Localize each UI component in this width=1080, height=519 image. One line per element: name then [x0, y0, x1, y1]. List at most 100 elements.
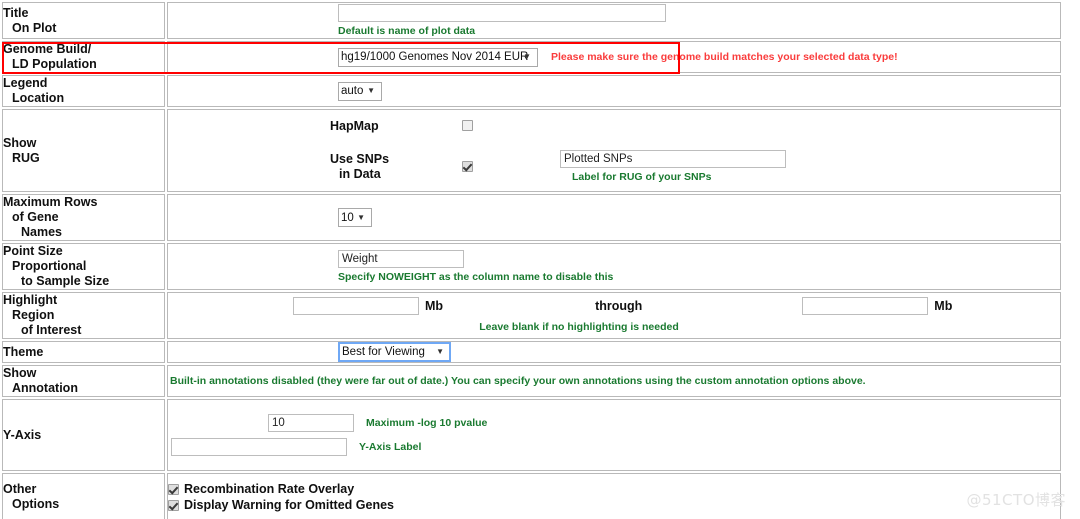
genome-build-select-wrap: hg19/1000 Genomes Nov 2014 EUR ▼ — [338, 47, 538, 67]
row-y-axis: Y-Axis Maximum -log 10 pvalue Y-Axis Lab… — [2, 399, 1061, 471]
option-omitted-genes-warning[interactable]: Display Warning for Omitted Genes — [168, 498, 1060, 512]
row-other-options: Other Options Recombination Rate Overlay… — [2, 473, 1061, 519]
label-line: of Gene — [12, 210, 59, 224]
snp-rug-label-hint: Label for RUG of your SNPs — [572, 171, 712, 183]
hapmap-checkbox[interactable] — [462, 120, 473, 132]
label-line: Y-Axis — [3, 427, 42, 442]
title-hint: Default is name of plot data — [338, 25, 476, 37]
use-snps-label-line2: in Data — [339, 166, 381, 181]
label-theme: Theme — [2, 341, 165, 363]
label-line: On Plot — [12, 20, 57, 35]
theme-select-wrap: Best for Viewing ▼ — [338, 342, 451, 362]
label-line: Region — [12, 308, 55, 322]
rug-usesnps-line: Use SNPs in Data Label for RUG of your S… — [330, 149, 1060, 184]
highlight-hint: Leave blank if no highlighting is needed — [479, 321, 679, 333]
field-legend-location: auto ▼ — [167, 75, 1061, 107]
y-axis-max-input[interactable] — [268, 414, 354, 432]
highlight-start-unit: Mb — [425, 299, 444, 313]
highlight-through-label: through — [595, 299, 643, 313]
row-genome-build: Genome Build/ LD Population hg19/1000 Ge… — [2, 41, 1061, 73]
label-line: LD Population — [12, 57, 97, 71]
option-recombination-rate[interactable]: Recombination Rate Overlay — [168, 482, 1060, 496]
y-axis-label-input[interactable] — [171, 438, 347, 456]
watermark: @51CTO博客 — [966, 491, 1066, 509]
label-line: Annotation — [12, 381, 78, 395]
label-line: Title — [3, 5, 29, 20]
use-snps-checkbox-cell — [450, 158, 560, 176]
row-highlight-region: Highlight Region of Interest Mb through … — [2, 292, 1061, 339]
label-line: to Sample Size — [21, 274, 110, 288]
row-legend-location: Legend Location auto ▼ — [2, 75, 1061, 107]
label-line: RUG — [12, 150, 40, 165]
label-line: Show — [3, 135, 37, 150]
weight-column-input[interactable] — [338, 250, 464, 268]
omitted-genes-warning-checkbox[interactable] — [168, 499, 179, 511]
label-line: Location — [12, 91, 65, 105]
highlight-end-input[interactable] — [802, 297, 929, 315]
field-other-options: Recombination Rate Overlay Display Warni… — [167, 473, 1061, 519]
title-input[interactable] — [338, 4, 666, 22]
label-max-gene-rows: Maximum Rows of Gene Names — [2, 194, 165, 241]
label-line: Names — [21, 225, 62, 239]
row-show-rug: Show RUG HapMap Use SNPs in Data Plotted… — [2, 109, 1061, 192]
highlight-end-unit: Mb — [934, 299, 953, 313]
row-theme: Theme Best for Viewing ▼ — [2, 341, 1061, 363]
label-line: Point Size — [3, 244, 63, 258]
label-y-axis: Y-Axis — [2, 399, 165, 471]
label-point-size: Point Size Proportional to Sample Size — [2, 243, 165, 290]
label-line: Other — [3, 482, 37, 496]
field-highlight-region: Mb through Mb Leave blank if no highligh… — [167, 292, 1061, 339]
label-highlight-region: Highlight Region of Interest — [2, 292, 165, 339]
label-line: Show — [3, 366, 37, 380]
label-line: Legend — [3, 76, 48, 90]
row-max-gene-rows: Maximum Rows of Gene Names 10 ▼ — [2, 194, 1061, 241]
max-gene-rows-select[interactable]: 10 — [338, 208, 372, 228]
max-rows-select-wrap: 10 ▼ — [338, 208, 372, 228]
plot-options-page: Title On Plot Default is name of plot da… — [0, 0, 1080, 519]
hapmap-checkbox-cell — [450, 117, 560, 135]
omitted-genes-warning-label: Display Warning for Omitted Genes — [184, 498, 394, 512]
y-axis-label-hint: Y-Axis Label — [359, 440, 422, 453]
label-line: Maximum Rows — [3, 195, 98, 209]
field-genome-build: hg19/1000 Genomes Nov 2014 EUR ▼ Please … — [167, 41, 1061, 73]
legend-location-select[interactable]: auto — [338, 81, 382, 101]
recombination-rate-label: Recombination Rate Overlay — [184, 482, 355, 496]
label-line: of Interest — [21, 323, 82, 337]
field-max-gene-rows: 10 ▼ — [167, 194, 1061, 241]
row-point-size: Point Size Proportional to Sample Size S… — [2, 243, 1061, 290]
point-size-hint: Specify NOWEIGHT as the column name to d… — [338, 271, 614, 283]
use-snps-label: Use SNPs in Data — [330, 152, 450, 182]
label-line: Genome Build/ — [3, 42, 92, 56]
field-y-axis: Maximum -log 10 pvalue Y-Axis Label — [167, 399, 1061, 471]
highlight-start-input[interactable] — [293, 297, 419, 315]
label-other-options: Other Options — [2, 473, 165, 519]
label-genome-build: Genome Build/ LD Population — [2, 41, 165, 73]
field-show-rug: HapMap Use SNPs in Data Plotted SNPs Lab… — [167, 109, 1061, 192]
rug-hapmap-line: HapMap — [330, 117, 1060, 135]
use-snps-label-line1: Use SNPs — [330, 151, 390, 166]
genome-build-warning: Please make sure the genome build matche… — [551, 51, 898, 63]
row-title-on-plot: Title On Plot Default is name of plot da… — [2, 2, 1061, 39]
genome-build-select[interactable]: hg19/1000 Genomes Nov 2014 EUR — [338, 47, 538, 67]
label-title-on-plot: Title On Plot — [2, 2, 165, 39]
label-line: Proportional — [12, 259, 87, 273]
field-show-annotation: Built-in annotations disabled (they were… — [167, 365, 1061, 397]
theme-select[interactable]: Best for Viewing — [338, 342, 451, 362]
annotation-hint: Built-in annotations disabled (they were… — [170, 374, 866, 387]
label-line: Theme — [3, 344, 44, 359]
legend-select-wrap: auto ▼ — [338, 81, 382, 101]
field-point-size: Specify NOWEIGHT as the column name to d… — [167, 243, 1061, 290]
recombination-rate-checkbox[interactable] — [168, 483, 179, 495]
plot-options-table: Title On Plot Default is name of plot da… — [0, 0, 1063, 519]
label-show-annotation: Show Annotation — [2, 365, 165, 397]
label-legend-location: Legend Location — [2, 75, 165, 107]
snp-rug-label-input[interactable] — [560, 150, 786, 168]
label-show-rug: Show RUG — [2, 109, 165, 192]
field-title-on-plot: Default is name of plot data — [167, 2, 1061, 39]
use-snps-checkbox[interactable] — [462, 160, 473, 172]
row-show-annotation: Show Annotation Built-in annotations dis… — [2, 365, 1061, 397]
field-theme: Best for Viewing ▼ — [167, 341, 1061, 363]
label-line: Highlight — [3, 293, 58, 307]
y-axis-max-hint: Maximum -log 10 pvalue — [366, 416, 488, 429]
snp-label-group: Label for RUG of your SNPs — [560, 149, 786, 184]
